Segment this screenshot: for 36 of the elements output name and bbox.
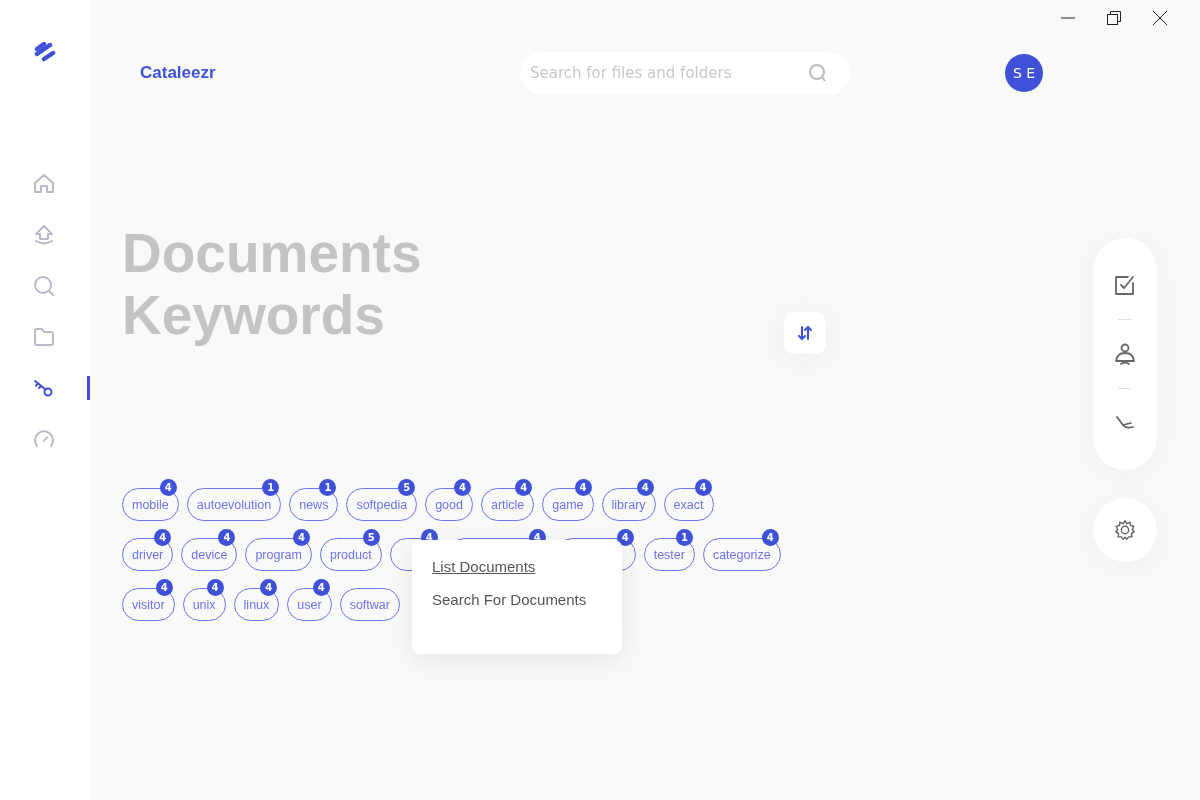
checklist-icon[interactable] bbox=[1113, 273, 1137, 297]
count-badge: 4 bbox=[694, 479, 712, 496]
menu-item[interactable]: List Documents bbox=[432, 554, 536, 579]
user-avatar[interactable]: S E bbox=[1005, 54, 1043, 92]
search-icon[interactable] bbox=[808, 63, 828, 83]
menu-item[interactable]: Search For Documents bbox=[432, 587, 587, 612]
count-badge: 4 bbox=[292, 529, 310, 546]
count-badge: 4 bbox=[636, 479, 654, 496]
count-badge: 4 bbox=[515, 479, 533, 496]
app-name: Cataleezr bbox=[140, 63, 217, 83]
settings-icon bbox=[1114, 519, 1136, 541]
count-badge: 1 bbox=[262, 479, 280, 496]
count-badge: 4 bbox=[574, 479, 592, 496]
count-badge: 4 bbox=[159, 479, 177, 496]
count-badge: 5 bbox=[398, 479, 416, 496]
count-badge: 1 bbox=[319, 479, 337, 496]
count-badge: 4 bbox=[154, 529, 172, 546]
count-badge: 1 bbox=[675, 529, 693, 546]
restore-icon[interactable] bbox=[1106, 10, 1122, 26]
count-badge: 5 bbox=[362, 529, 380, 546]
count-badge: 4 bbox=[616, 529, 634, 546]
sort-icon bbox=[797, 325, 813, 341]
count-badge: 4 bbox=[206, 579, 224, 596]
close-icon[interactable] bbox=[1152, 10, 1168, 26]
folder-icon bbox=[31, 325, 56, 349]
person-icon[interactable] bbox=[1113, 342, 1137, 366]
count-badge: 4 bbox=[218, 529, 236, 546]
count-badge: 4 bbox=[260, 579, 278, 596]
home-icon bbox=[31, 172, 56, 196]
count-badge: 4 bbox=[155, 579, 173, 596]
sort-button[interactable] bbox=[784, 312, 826, 354]
search-icon bbox=[31, 274, 56, 298]
count-badge: 4 bbox=[761, 529, 779, 546]
count-badge: 4 bbox=[312, 579, 330, 596]
count-badge: 4 bbox=[453, 479, 471, 496]
logo-icon bbox=[34, 42, 56, 62]
